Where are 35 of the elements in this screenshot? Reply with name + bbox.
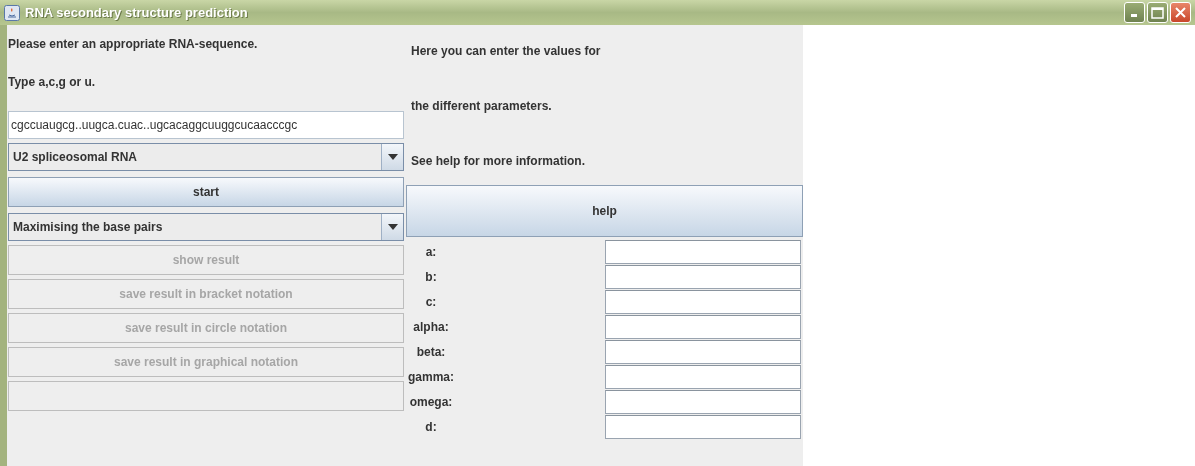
instruction-text: Type a,c,g or u. <box>8 74 97 91</box>
parameter-field[interactable] <box>605 340 801 364</box>
parameter-label: c: <box>424 294 438 311</box>
parameter-label: b: <box>424 269 438 286</box>
parameter-label: alpha: <box>412 319 450 336</box>
parameter-label: beta: <box>415 344 447 361</box>
sequence-field[interactable]: cgccuaugcg..uugca.cuac..ugcacaggcuuggcucaacccgc <box>8 111 404 139</box>
parameter-label: omega: <box>408 394 454 411</box>
dropdown[interactable]: Maximising the base pairs <box>8 213 404 241</box>
instruction-text: Here you can enter the values for <box>410 43 602 60</box>
parameter-field[interactable] <box>605 315 801 339</box>
maximize-icon <box>1151 6 1164 19</box>
start-button[interactable]: start <box>8 177 404 207</box>
close-button[interactable] <box>1170 2 1191 23</box>
parameter-field[interactable] <box>605 290 801 314</box>
parameter-field[interactable] <box>605 365 801 389</box>
dropdown-arrow-icon <box>387 224 398 230</box>
close-icon <box>1174 6 1187 19</box>
app-icon <box>4 4 20 21</box>
instruction-text: See help for more information. <box>410 153 587 170</box>
dropdown-arrow-icon <box>387 154 398 160</box>
parameter-label: a: <box>424 244 438 261</box>
parameter-label: gamma: <box>407 369 455 386</box>
maximize-button[interactable] <box>1147 2 1168 23</box>
window-title: RNA secondary structure prediction <box>25 3 248 22</box>
help-button[interactable]: help <box>406 185 803 237</box>
parameter-label: d: <box>424 419 438 436</box>
instruction-text: Please enter an appropriate RNA-sequence. <box>8 36 259 53</box>
parameter-field[interactable] <box>605 265 801 289</box>
instruction-text: the different parameters. <box>410 98 553 115</box>
dropdown[interactable]: U2 spliceosomal RNA <box>8 143 404 171</box>
minimize-button[interactable] <box>1124 2 1145 23</box>
parameter-field[interactable] <box>605 240 801 264</box>
parameter-field[interactable] <box>605 415 801 439</box>
parameter-field[interactable] <box>605 390 801 414</box>
